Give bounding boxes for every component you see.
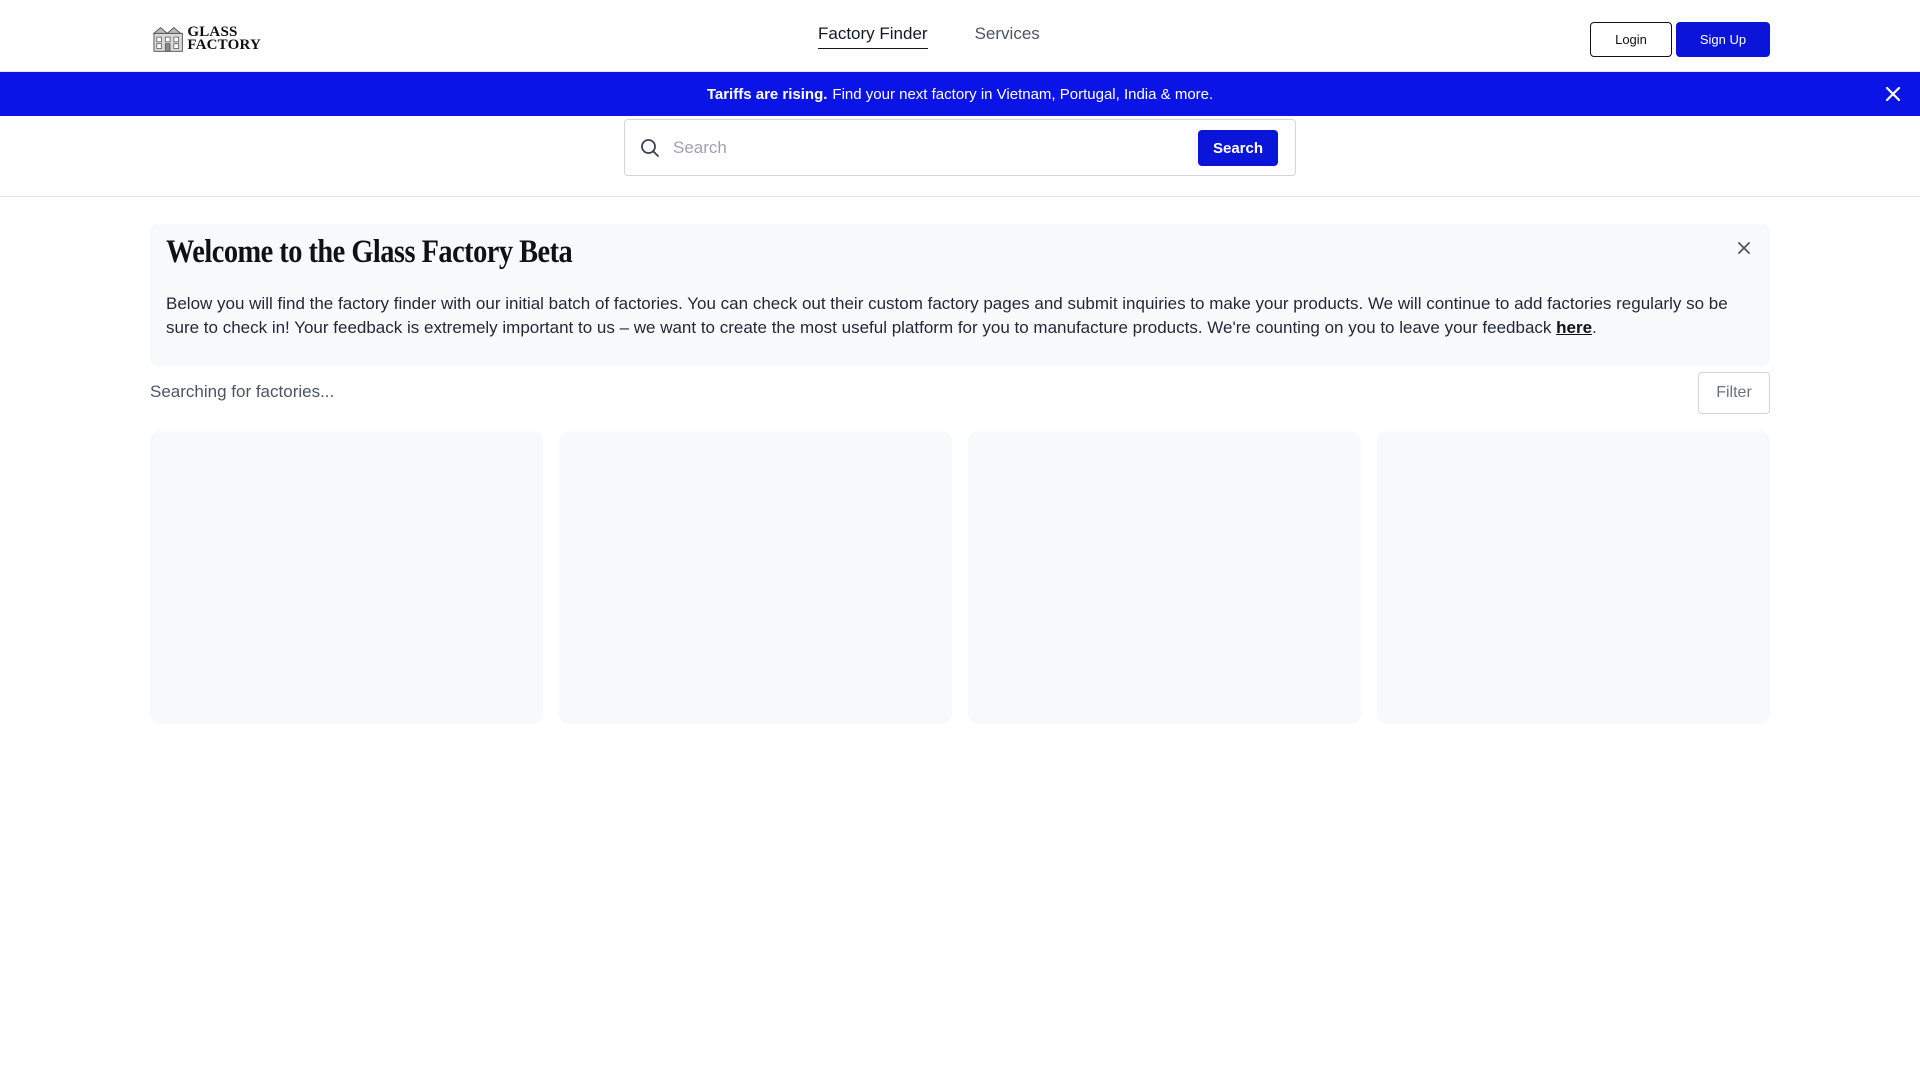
factory-card-skeleton [150, 431, 543, 724]
factory-building-icon [153, 26, 183, 52]
welcome-title: Welcome to the Glass Factory Beta [166, 234, 573, 270]
search-status-text: Searching for factories... [150, 382, 335, 401]
factory-card-skeleton [559, 431, 952, 724]
close-icon[interactable] [1734, 238, 1754, 258]
welcome-body-trailing: . [1592, 318, 1597, 337]
factory-card-skeleton [968, 431, 1361, 724]
filter-button[interactable]: Filter [1698, 372, 1770, 414]
signup-button[interactable]: Sign Up [1676, 22, 1770, 57]
search-button[interactable]: Search [1198, 130, 1278, 166]
welcome-notice: Welcome to the Glass Factory Beta Below … [150, 224, 1770, 366]
glass-factory-logo[interactable]: GLASS FACTORY [153, 23, 261, 55]
factory-results-grid [150, 431, 1770, 724]
search-section: Search [0, 116, 1920, 197]
logo-wordmark: GLASS FACTORY [187, 25, 261, 53]
banner-text: Find your next factory in Vietnam, Portu… [832, 85, 1214, 103]
factory-card-skeleton [1377, 431, 1770, 724]
welcome-body: Below you will find the factory finder w… [166, 292, 1756, 340]
nav-services[interactable]: Services [975, 24, 1040, 48]
welcome-body-text: Below you will find the factory finder w… [166, 294, 1728, 337]
search-icon [641, 139, 659, 157]
login-button[interactable]: Login [1590, 22, 1672, 57]
search-input[interactable] [673, 130, 1173, 166]
announcement-banner: Tariffs are rising. Find your next facto… [0, 72, 1920, 116]
banner-headline: Tariffs are rising. [706, 85, 828, 103]
search-bar: Search [624, 119, 1296, 176]
top-navigation-bar: GLASS FACTORY Factory Finder Services Lo… [0, 0, 1920, 72]
close-icon[interactable] [1882, 83, 1904, 105]
logo-line-2: FACTORY [187, 37, 261, 53]
main-nav: Factory Finder Services [818, 0, 1040, 72]
nav-factory-finder[interactable]: Factory Finder [818, 24, 928, 49]
feedback-link[interactable]: here [1556, 318, 1592, 337]
